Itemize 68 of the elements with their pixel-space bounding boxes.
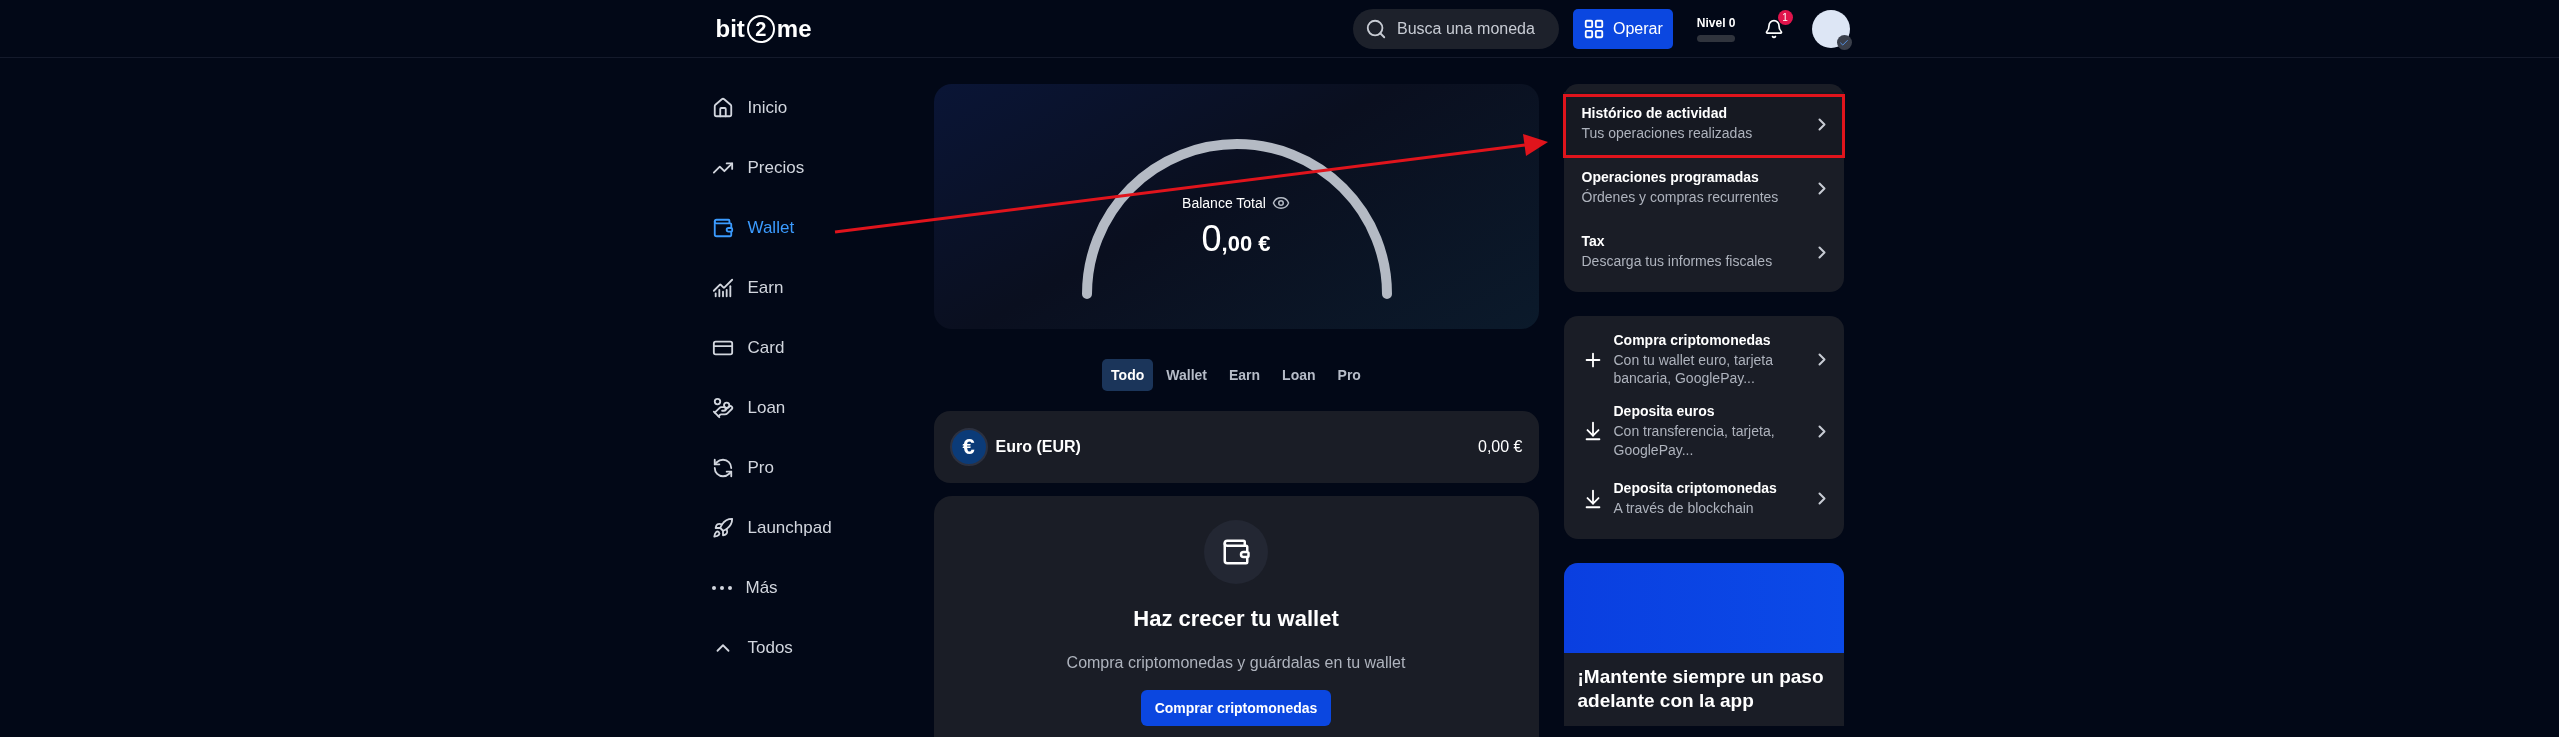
grid-icon [1583,18,1605,40]
sidebar-item[interactable]: Todos [709,618,934,678]
link-title: Deposita euros [1613,403,1716,420]
sidebar-item[interactable]: Precios [709,138,934,198]
coin-icon: € [949,428,988,466]
link-subtitle: A través de blockchain [1613,499,1755,518]
sidebar-item[interactable]: Launchpad [709,498,934,558]
sidebar-item[interactable]: Loan [709,378,934,438]
filter-tab[interactable]: Loan [1273,359,1325,391]
action-link[interactable]: Compra criptomonedas Con tu wallet euro, tarjeta bancaria, GooglePay... [1563,324,1844,396]
asset-amount: 0,00 € [1478,438,1523,456]
menu-link[interactable]: Tax Descarga tus informes fiscales [1563,220,1844,284]
logo[interactable]: bit 2 me [715,15,1339,43]
search-icon [1365,18,1387,40]
filter-tab[interactable]: Wallet [1157,359,1216,391]
cycle-icon [711,457,734,479]
buy-crypto-button[interactable]: Comprar criptomonedas [1140,690,1332,726]
chevron-right-icon [1817,181,1826,195]
filter-tab[interactable]: Todo [1102,359,1154,391]
asset-name: Euro (EUR) [995,438,1082,456]
sidebar-item[interactable]: Earn [709,258,934,318]
chevron-right-icon [1817,353,1826,367]
filter-tab[interactable]: Pro [1328,359,1370,391]
search-field[interactable]: Busca una moneda [1353,9,1559,49]
balance-label: Balance Total [1182,194,1266,211]
sidebar-item[interactable]: Wallet [709,198,934,258]
notification-badge: 1 [1777,10,1793,25]
sidebar-item[interactable]: Más [709,558,934,618]
rocket-icon [711,517,734,539]
wallet-icon [711,217,734,239]
link-subtitle: Órdenes y compras recurrentes [1581,188,1780,207]
link-subtitle: Tus operaciones realizadas [1581,124,1754,143]
link-subtitle: Descarga tus informes fiscales [1581,252,1774,271]
link-subtitle: Con transferencia, tarjeta, GooglePay... [1613,422,1776,459]
balance-amount: 0,00 € [1201,217,1271,260]
chevron-right-icon [1817,492,1826,506]
avatar[interactable] [1811,10,1850,48]
promo-card[interactable]: ¡Mantente siempre un paso adelante con la app [1563,562,1844,727]
link-title: Tax [1581,233,1606,250]
check-icon [1836,35,1852,50]
sidebar-item[interactable]: Pro [709,438,934,498]
empty-text: Compra criptomonedas y guárdalas en tu wallet [1066,654,1406,672]
dots-icon [711,586,732,590]
link-title: Operaciones programadas [1581,169,1760,186]
level-label: Nivel 0 [1696,16,1736,30]
sidebar-item[interactable]: Card [709,318,934,378]
operate-button[interactable]: Operar [1573,9,1673,49]
menu-link[interactable]: Operaciones programadas Órdenes y compras recurrentes [1563,156,1844,220]
level-bar [1697,35,1736,42]
hand-coins-icon [711,397,734,419]
promo-title: ¡Mantente siempre un paso adelante con la app [1576,664,1825,714]
link-title: Histórico de actividad [1581,105,1728,122]
bell-icon[interactable] [1763,19,1784,39]
chevron-right-icon [1817,424,1826,438]
home-icon [711,97,734,119]
link-subtitle: Con tu wallet euro, tarjeta bancaria, GooglePay... [1613,351,1775,388]
menu-link[interactable]: Histórico de actividad Tus operaciones realizadas [1563,92,1844,156]
filter-tab[interactable]: Earn [1220,359,1270,391]
chevron-right-icon [1817,117,1826,131]
chart-icon [711,277,734,299]
link-title: Compra criptomonedas [1613,332,1772,348]
action-link[interactable]: Deposita criptomonedas A través de blockchain [1563,466,1844,531]
asset-row[interactable]: € Euro (EUR) 0,00 € [933,411,1539,483]
sidebar-item[interactable]: Inicio [709,78,934,138]
chevron-right-icon [1817,245,1826,259]
action-link[interactable]: Deposita euros Con transferencia, tarjeta, GooglePay... [1563,395,1844,467]
link-title: Deposita criptomonedas [1613,480,1778,497]
empty-title: Haz crecer tu wallet [1133,606,1339,632]
